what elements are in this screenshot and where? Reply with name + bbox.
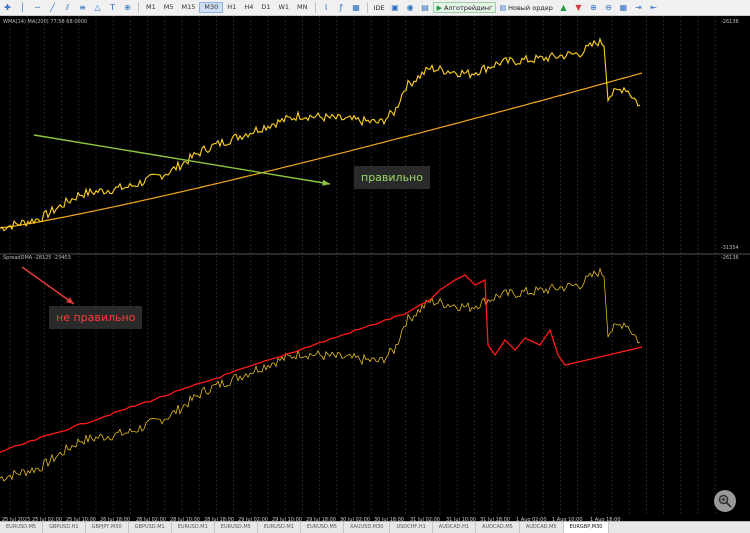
arrow-shaft [21,266,75,305]
bottom-scale-top: -26136 [721,255,739,261]
toolbar-separator [138,2,139,13]
label-icon[interactable]: ⊕ [122,2,133,13]
chart-tab[interactable]: AUDCAD,M5 [520,522,564,533]
timeframe-m15[interactable]: M15 [178,2,200,13]
trend-line-icon[interactable]: ╱ [47,2,58,13]
new-order-button[interactable]: ▤ Новый ордер [496,2,555,13]
magnifier-icon [718,494,732,508]
top-scale-bottom: -31354 [721,245,739,251]
ide-button[interactable]: IDE [371,2,388,13]
horizontal-line-icon[interactable]: ─ [32,2,43,13]
channel-icon[interactable]: ⫽ [62,2,73,13]
scroll-icon[interactable]: ⇥ [633,2,644,13]
crosshair-icon[interactable]: ✚ [2,2,13,13]
chart-tab[interactable]: EURUSD,M5 [0,522,44,533]
indicators-icon[interactable]: ƒ [336,2,347,13]
chart-type-icon[interactable]: ⌇ [321,2,332,13]
text-icon[interactable]: T [107,2,118,13]
vertical-line-icon[interactable]: │ [17,2,28,13]
chart-grid [9,16,716,516]
zoom-magnifier-icon[interactable] [714,490,736,512]
timeframe-h1[interactable]: H1 [223,2,240,13]
arrow-head [322,179,330,186]
algo-trading-button[interactable]: ▶ Алготрейдинг [432,2,497,13]
note-wrong: не правильно [49,306,143,329]
red-arrow-annotation [21,266,75,305]
play-icon: ▶ [436,3,442,12]
bottom-pane-label: SpreadDMA -28125 -23403 [3,255,71,261]
top-pane-label: WMA(14) MA(200) 77:58 68:0000 [3,19,88,25]
chart-tab[interactable]: GBPJPY,M30 [86,522,129,533]
timeframe-w1[interactable]: W1 [274,2,293,13]
templates-icon[interactable]: ▦ [351,2,362,13]
ma200-line [0,72,643,229]
grid-icon[interactable]: ▦ [618,2,629,13]
chart-tab[interactable]: AUDCAD,H1 [433,522,477,533]
chart-tab[interactable]: GBPUSD,H1 [43,522,86,533]
terminal-icon[interactable]: ▣ [390,2,401,13]
order-icon: ▤ [499,3,507,12]
chart-tab[interactable]: EURUSD,M1 [172,522,215,533]
chart-tab[interactable]: EURUSD,M5 [301,522,344,533]
top-scale-top: -26136 [721,19,739,25]
timeframe-m30[interactable]: M30 [199,2,224,13]
timeframe-d1[interactable]: D1 [257,2,274,13]
chart-tab[interactable]: GBPUSD,M1 [129,522,172,533]
timeframe-h4[interactable]: H4 [240,2,257,13]
chart-tab[interactable]: EURUSD,M5 [215,522,258,533]
shapes-icon[interactable]: △ [92,2,103,13]
buy-icon[interactable]: ▲ [558,2,569,13]
toolbar-separator [314,2,316,13]
toolbar: ✚ │ ─ ╱ ⫽ ≡ △ T ⊕ M1 M5 M15 M30 H1 H4 D1… [0,0,750,16]
sell-icon[interactable]: ▼ [573,2,584,13]
timeframe-mn[interactable]: MN [293,2,311,13]
note-correct: правильно [354,166,430,189]
chart-tab[interactable]: USDCHF,H1 [390,522,433,533]
timeframe-m1[interactable]: M1 [142,2,160,13]
arrow-head [66,297,74,304]
chart-tab[interactable]: EURUSD,M1 [258,522,301,533]
timeframe-m5[interactable]: M5 [160,2,178,13]
fibonacci-icon[interactable]: ≡ [77,2,88,13]
zoom-out-icon[interactable]: ⊖ [603,2,614,13]
market-icon[interactable]: ▤ [420,2,431,13]
autoscroll-icon[interactable]: ⇤ [648,2,659,13]
spread-line [0,274,643,453]
signals-icon[interactable]: ◉ [405,2,416,13]
chart-tabs: EURUSD,M5 GBPUSD,H1 GBPJPY,M30 GBPUSD,M1… [0,521,750,533]
toolbar-separator [366,2,368,13]
chart-tab[interactable]: AUDCAD,M5 [476,522,520,533]
zoom-in-icon[interactable]: ⊕ [588,2,599,13]
chart-tab-active[interactable]: EURGBP,M30 [563,522,610,533]
chart-tab[interactable]: XAUUSD,M30 [344,522,391,533]
chart-canvas[interactable] [0,16,750,516]
